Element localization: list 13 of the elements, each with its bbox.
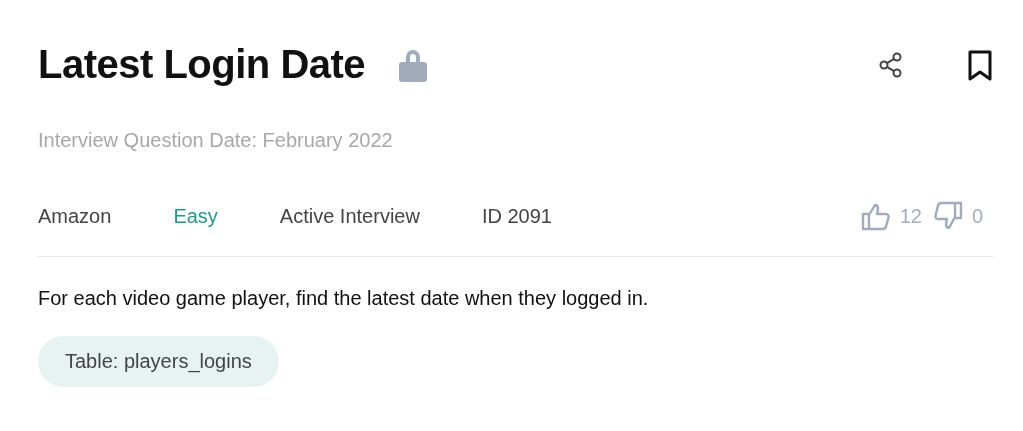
share-icon[interactable] (879, 51, 903, 78)
question-title: Latest Login Date (38, 42, 366, 87)
thumbs-down-icon[interactable] (931, 200, 964, 232)
upvote-count: 12 (899, 204, 922, 228)
status-label: Active Interview (279, 204, 420, 228)
table-tag: Table: players_logins (38, 336, 279, 387)
question-description: For each video game player, find the latest date when they logged in. (38, 287, 650, 310)
downvote-count: 0 (971, 204, 983, 228)
company-name: Amazon (38, 204, 112, 228)
question-date: Interview Question Date: February 2022 (38, 129, 394, 152)
bookmark-icon[interactable] (967, 48, 993, 81)
difficulty-label: Easy (173, 204, 218, 228)
question-id: ID 2091 (481, 204, 552, 228)
